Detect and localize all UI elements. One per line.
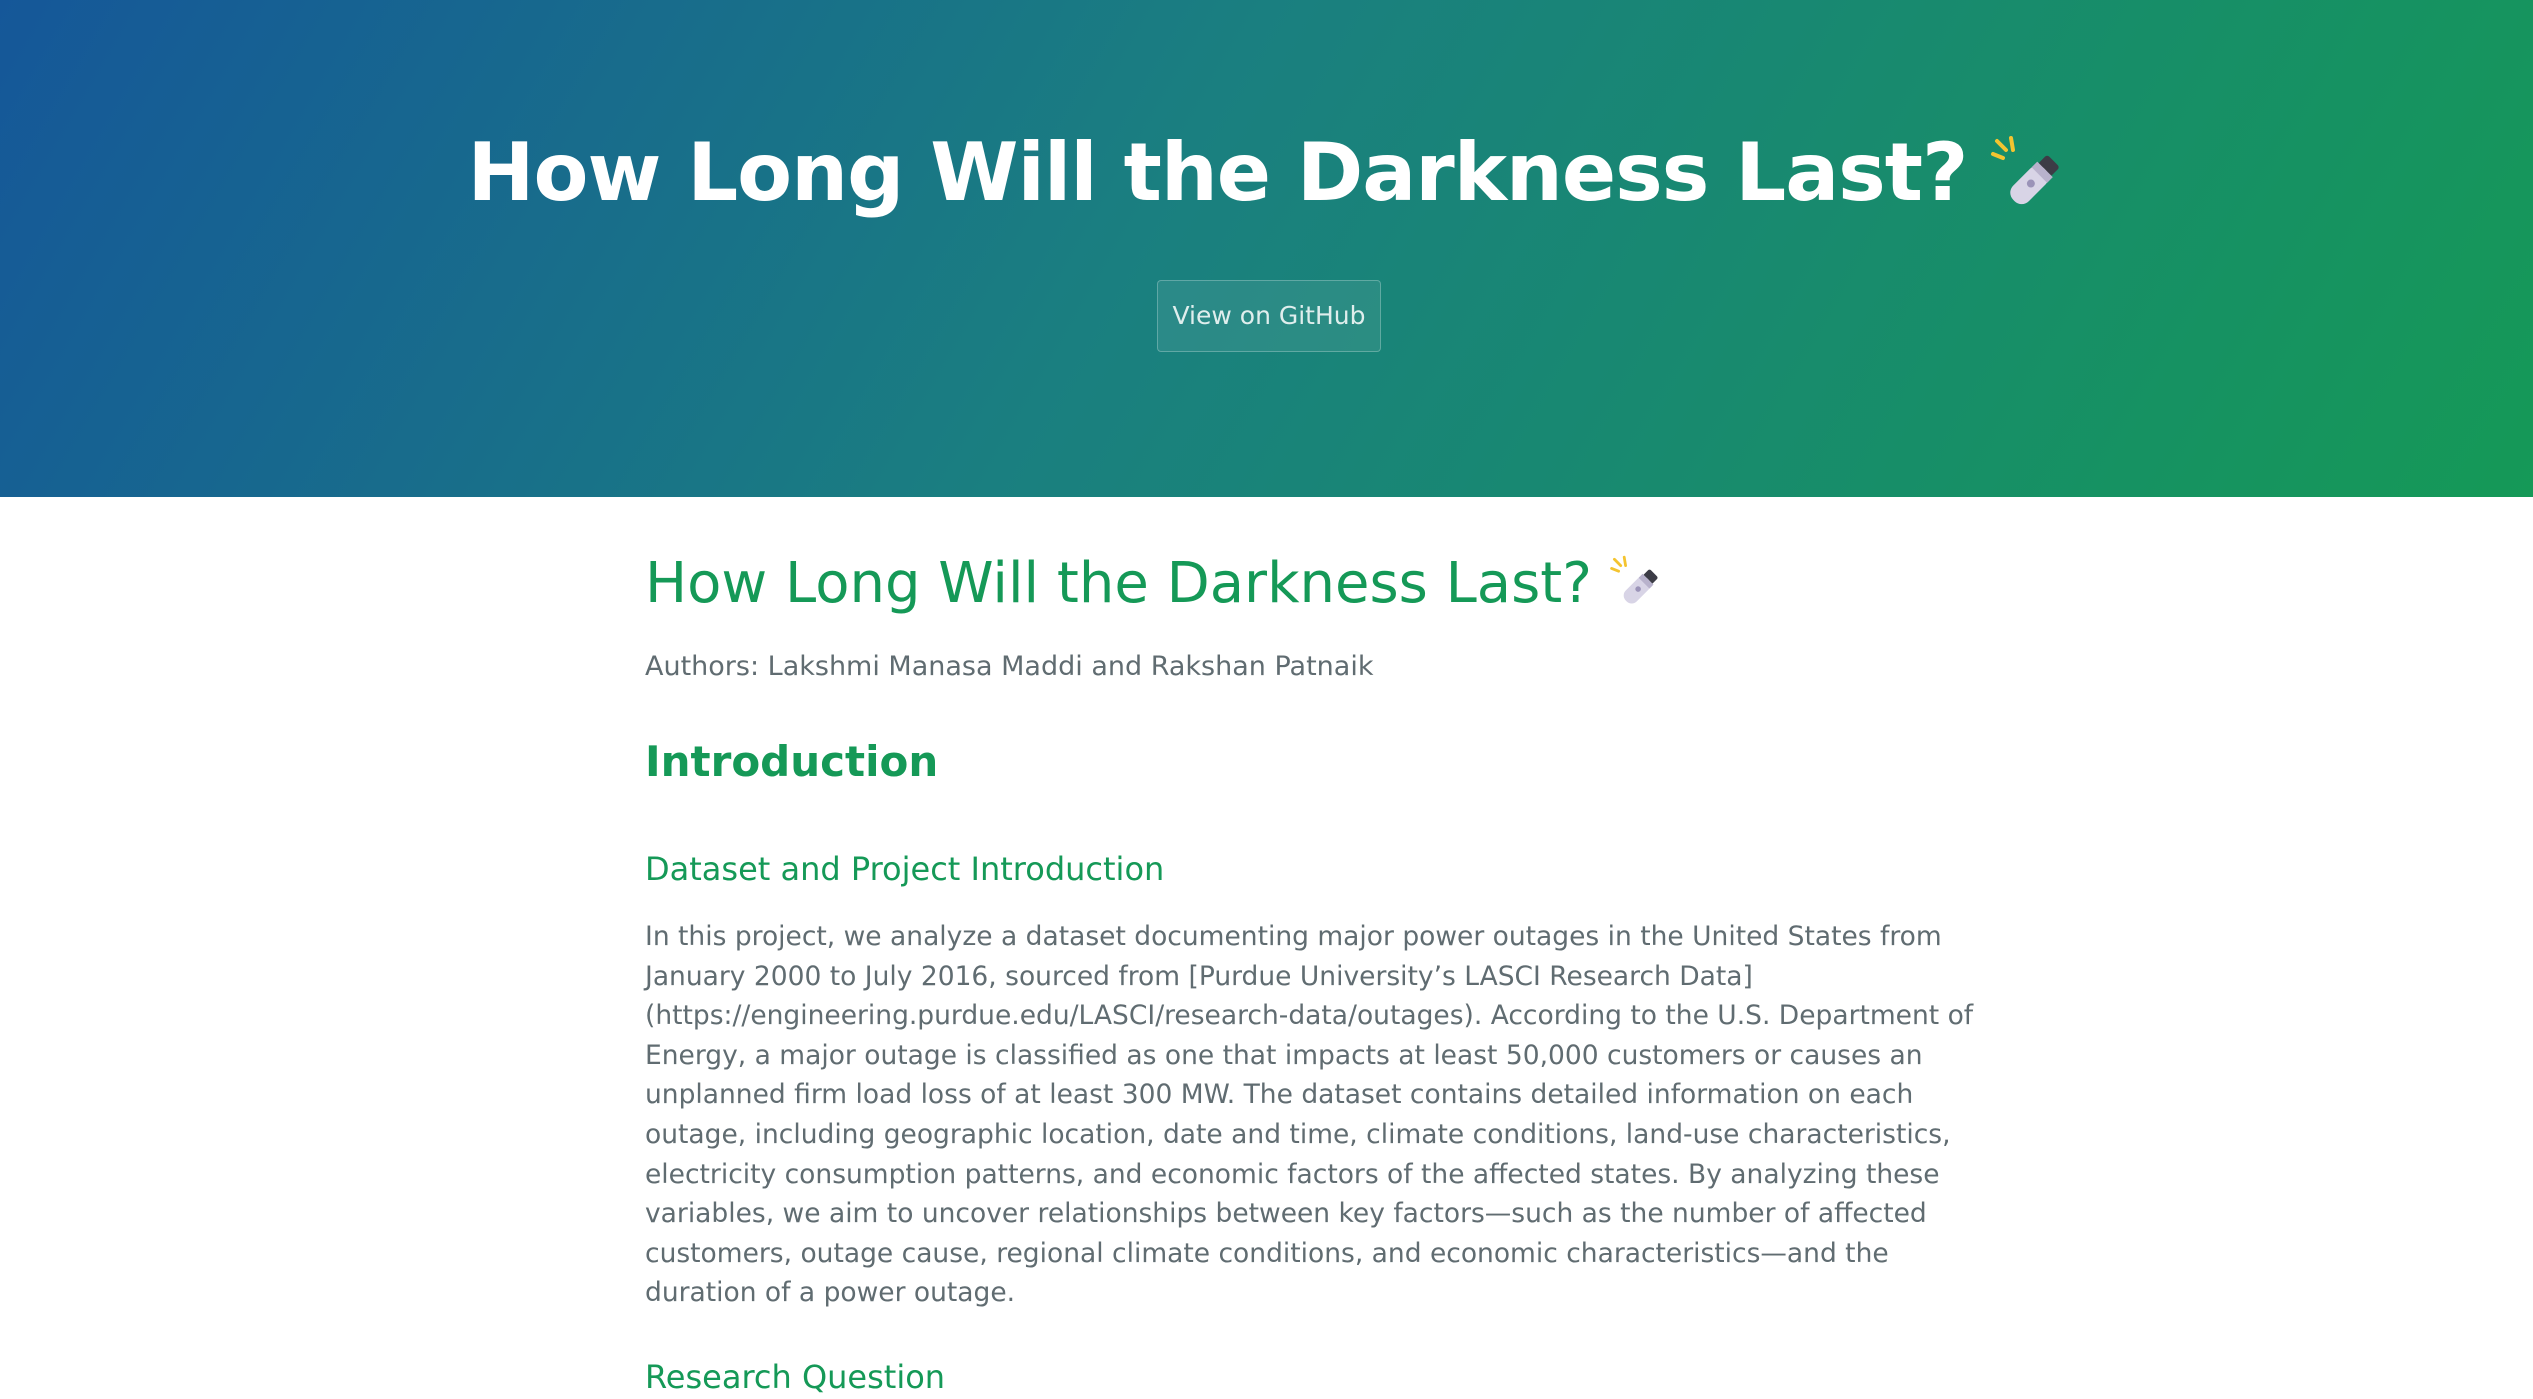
paragraph-line: January 2000 to July 2016, sourced from … xyxy=(645,960,1753,992)
project-title-text: How Long Will the Darkness Last? xyxy=(467,126,1969,219)
subsection-heading-dataset: Dataset and Project Introduction xyxy=(645,850,1165,888)
paragraph-line: outage, including geographic location, d… xyxy=(645,1118,1951,1150)
paragraph-line: unplanned firm load loss of at least 300… xyxy=(645,1079,1914,1111)
project-title: How Long Will the Darkness Last? xyxy=(0,118,2533,228)
flashlight-icon xyxy=(1985,130,2065,210)
flashlight-icon xyxy=(1606,553,1662,609)
page-title-text: How Long Will the Darkness Last? xyxy=(645,551,1592,616)
paragraph-line: customers, outage cause, regional climat… xyxy=(645,1237,1889,1269)
paragraph-line: electricity consumption patterns, and ec… xyxy=(645,1158,1940,1190)
authors-line: Authors: Lakshmi Manasa Maddi and Raksha… xyxy=(645,651,1374,682)
section-heading-introduction: Introduction xyxy=(645,737,939,786)
intro-paragraph: In this project, we analyze a dataset do… xyxy=(645,917,1974,1313)
subsection-heading-research-question: Research Question xyxy=(645,1358,946,1396)
paragraph-line: In this project, we analyze a dataset do… xyxy=(645,921,1942,952)
paragraph-line: (https://engineering.purdue.edu/LASCI/re… xyxy=(645,1000,1974,1032)
paragraph-line: variables, we aim to uncover relationshi… xyxy=(645,1198,1927,1230)
page-header: How Long Will the Darkness Last? View on… xyxy=(0,0,2533,497)
page-title: How Long Will the Darkness Last? xyxy=(645,549,1662,619)
paragraph-line: Energy, a major outage is classified as … xyxy=(645,1039,1923,1071)
paragraph-line: duration of a power outage. xyxy=(645,1277,1016,1309)
view-on-github-button[interactable]: View on GitHub xyxy=(1157,280,1381,352)
